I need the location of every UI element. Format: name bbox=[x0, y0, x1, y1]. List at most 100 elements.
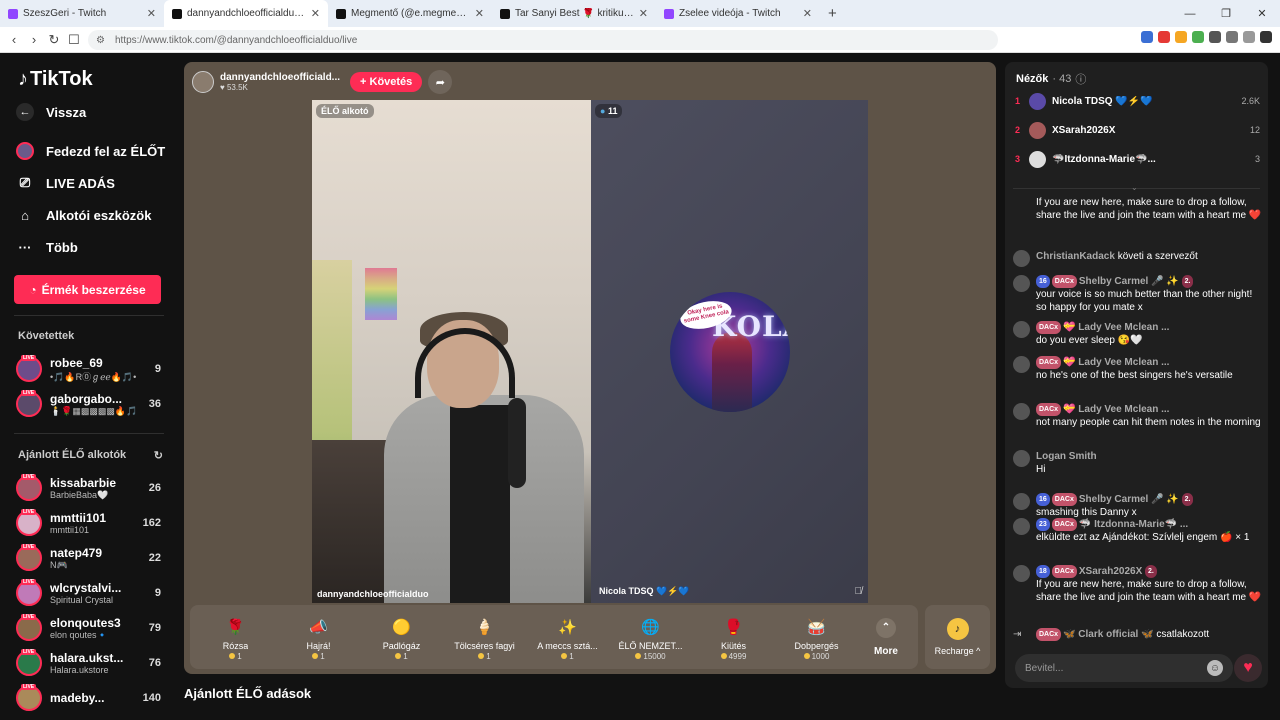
gift-item[interactable]: 🌐 ÉLŐ NEMZET... 15000 bbox=[609, 607, 692, 667]
chat-username[interactable]: Logan Smith bbox=[1036, 451, 1097, 462]
top-viewer-row[interactable]: 2 XSarah2026X 12 bbox=[1015, 119, 1260, 141]
tab-close-icon[interactable]: ✕ bbox=[475, 7, 484, 20]
tiktok-logo[interactable]: ♪ TikTok bbox=[18, 68, 93, 91]
creator-viewer-count: 9 bbox=[154, 587, 161, 599]
gift-item[interactable]: 🍦 Tölcséres fagyi 1 bbox=[443, 607, 526, 667]
chat-username[interactable]: 🦋 Clark official 🦋 bbox=[1063, 629, 1153, 640]
gift-icon: 🌐 bbox=[641, 618, 660, 636]
sidebar-creator-row[interactable]: LIVE robee_69 •🎵🔥R⓪ℊℯℯ🔥🎵• 9 bbox=[16, 352, 161, 386]
chat-username[interactable]: ChristianKadack bbox=[1036, 251, 1115, 262]
browser-tab[interactable]: dannyandchloeofficialduo (@dan ✕ bbox=[164, 0, 328, 27]
gift-item[interactable]: 🌹 Rózsa 1 bbox=[194, 607, 277, 667]
creator-subtitle: N🎮 bbox=[50, 559, 68, 570]
like-heart-button[interactable]: ♥ bbox=[1234, 654, 1262, 682]
viewers-count: · 43 bbox=[1052, 73, 1072, 85]
chat-text: not many people can hit them notes in th… bbox=[1036, 417, 1261, 428]
recommended-creators-header: Ajánlott ÉLŐ alkotók ↻ bbox=[18, 449, 163, 462]
sidebar-creator-row[interactable]: LIVE elonqoutes3 elon qoutes🔹 79 bbox=[16, 611, 161, 645]
nav-live-broadcast[interactable]: ⎚ LIVE ADÁS bbox=[16, 174, 115, 192]
back-link[interactable]: ← Vissza bbox=[16, 103, 86, 121]
host-name[interactable]: dannyandchloeofficiald... bbox=[220, 72, 340, 83]
chat-username[interactable]: 💝 Lady Vee Mclean ... bbox=[1063, 357, 1169, 368]
top-viewer-row[interactable]: 3 🦈Itzdonna-Marie🦈... 3 bbox=[1015, 148, 1260, 170]
browser-tab[interactable]: Zselee videója - Twitch ✕ bbox=[656, 0, 820, 27]
url-field[interactable]: ⚙ https://www.tiktok.com/@dannyandchloeo… bbox=[88, 30, 998, 50]
close-window-icon[interactable]: ✕ bbox=[1244, 0, 1280, 27]
video-guest[interactable]: ● 11 KOLA Okay here is some Knee cola Ni… bbox=[591, 100, 868, 603]
creator-viewer-count: 22 bbox=[148, 552, 161, 564]
gift-item[interactable]: 🥊 Kiütés 4999 bbox=[692, 607, 775, 667]
host-avatar[interactable] bbox=[192, 71, 214, 93]
reload-icon[interactable]: ↻ bbox=[44, 32, 64, 48]
viewers-header: Nézők · 43 ⓘ bbox=[1016, 71, 1086, 87]
guest-viewer-count: ● 11 bbox=[595, 104, 623, 118]
minimize-icon[interactable]: — bbox=[1172, 0, 1208, 27]
top-viewer-row[interactable]: 1 Nicola TDSQ 💙⚡💙 2.6K bbox=[1015, 90, 1260, 112]
chat-message: DACx 💝 Lady Vee Mclean ... no he's one of … bbox=[1013, 356, 1263, 382]
sidebar-creator-row[interactable]: LIVE kissabarbie BarbieBaba🤍 26 bbox=[16, 471, 161, 505]
video-host[interactable]: ÉLŐ alkotó dannyandchloeofficialduo bbox=[312, 100, 591, 603]
chat-username[interactable]: Shelby Carmel 🎤 ✨ bbox=[1079, 276, 1179, 287]
chat-username[interactable]: XSarah2026X bbox=[1079, 566, 1142, 577]
guest-video-name: Nicola TDSQ 💙⚡💙 bbox=[599, 586, 690, 596]
sidebar-creator-row[interactable]: LIVE mmttii101 mmttii101 162 bbox=[16, 506, 161, 540]
chat-text: smashing this Danny x bbox=[1036, 507, 1137, 518]
nav-creator-tools[interactable]: ⌂ Alkotói eszközök bbox=[16, 206, 151, 224]
new-tab-icon[interactable]: + bbox=[820, 5, 845, 22]
emoji-icon[interactable]: ☺ bbox=[1207, 660, 1223, 676]
browser-tab[interactable]: Megmentő (@e.megmento) ÉLŐ adás ✕ bbox=[328, 0, 492, 27]
buy-coins-button[interactable]: ◔ Érmék beszerzése bbox=[14, 275, 161, 304]
browser-tab[interactable]: Tar Sanyi Best 🌹 kritikus 🧱 (@szop ✕ bbox=[492, 0, 656, 27]
tab-close-icon[interactable]: ✕ bbox=[803, 7, 812, 20]
sidebar-creator-row[interactable]: LIVE wlcrystalvi... Spiritual Crystal 9 bbox=[16, 576, 161, 610]
back-icon[interactable]: ‹ bbox=[4, 32, 24, 47]
browser-tab[interactable]: SzeszGeri - Twitch ✕ bbox=[0, 0, 164, 27]
more-label: More bbox=[874, 645, 898, 657]
refresh-icon[interactable]: ↻ bbox=[154, 449, 163, 462]
site-settings-icon[interactable]: ⚙ bbox=[96, 35, 105, 46]
extension-icon[interactable] bbox=[1175, 31, 1187, 43]
info-icon[interactable]: ⓘ bbox=[1075, 71, 1086, 87]
extension-icon[interactable] bbox=[1192, 31, 1204, 43]
gift-icon: 🌹 bbox=[226, 618, 245, 636]
chevron-down-icon[interactable]: ⌄ bbox=[1131, 183, 1138, 192]
recharge-button[interactable]: ♪ Recharge ^ bbox=[925, 605, 990, 669]
share-icon[interactable]: ➦ bbox=[428, 70, 453, 94]
fan-club-badge: DACx bbox=[1051, 565, 1077, 578]
sidebar-creator-row[interactable]: LIVE madeby... 140 bbox=[16, 681, 161, 715]
tab-close-icon[interactable]: ✕ bbox=[639, 7, 648, 20]
gift-item[interactable]: 📣 Hajrá! 1 bbox=[277, 607, 360, 667]
level-badge: 16 bbox=[1036, 275, 1050, 288]
nav-more[interactable]: ··· Több bbox=[16, 238, 78, 256]
restore-icon[interactable]: ❐ bbox=[1208, 0, 1244, 27]
gift-item[interactable]: ✨ A meccs sztá... 1 bbox=[526, 607, 609, 667]
chat-username[interactable]: 💝 Lady Vee Mclean ... bbox=[1063, 322, 1169, 333]
chat-input[interactable]: Bevitel... ☺ bbox=[1015, 654, 1233, 682]
chat-message: 16 DACx Shelby Carmel 🎤 ✨ 2. smashing this … bbox=[1013, 493, 1263, 519]
chat-username[interactable]: 💝 Lady Vee Mclean ... bbox=[1063, 404, 1169, 415]
gift-item[interactable]: 🥁 Dobpergés 1000 bbox=[775, 607, 858, 667]
menu-icon[interactable] bbox=[1260, 31, 1272, 43]
coin-icon: ◔ bbox=[29, 282, 37, 297]
extension-icon[interactable] bbox=[1226, 31, 1238, 43]
coin-icon bbox=[395, 653, 402, 659]
sidebar-creator-row[interactable]: LIVE halara.ukst... Halara.ukstore 76 bbox=[16, 646, 161, 680]
tab-close-icon[interactable]: ✕ bbox=[147, 7, 156, 20]
nav-explore-live[interactable]: Fedezd fel az ÉLŐT bbox=[16, 142, 165, 160]
more-gifts-button[interactable]: ⌃ More bbox=[858, 617, 914, 657]
sidebar-creator-row[interactable]: LIVE gaborgabo... 🕯️🌹▦▩▩▩▩🔥🎵 36 bbox=[16, 387, 161, 421]
forward-icon[interactable]: › bbox=[24, 32, 44, 47]
tab-close-icon[interactable]: ✕ bbox=[311, 7, 320, 20]
chat-username[interactable]: 🦈 Itzdonna-Marie🦈 ... bbox=[1079, 519, 1188, 530]
sidebar-creator-row[interactable]: LIVE natep479 N🎮 22 bbox=[16, 541, 161, 575]
gift-item[interactable]: 🟡 Padlógáz 1 bbox=[360, 607, 443, 667]
extension-icon[interactable] bbox=[1158, 31, 1170, 43]
follow-button[interactable]: + Követés bbox=[350, 72, 423, 92]
chat-username[interactable]: Shelby Carmel 🎤 ✨ bbox=[1079, 494, 1179, 505]
extension-icon[interactable] bbox=[1141, 31, 1153, 43]
bookmark-icon[interactable]: ☐ bbox=[64, 32, 84, 48]
live-badge: LIVE bbox=[21, 649, 37, 655]
extension-icon[interactable] bbox=[1243, 31, 1255, 43]
rainbow-poster bbox=[365, 268, 397, 320]
extension-icon[interactable] bbox=[1209, 31, 1221, 43]
